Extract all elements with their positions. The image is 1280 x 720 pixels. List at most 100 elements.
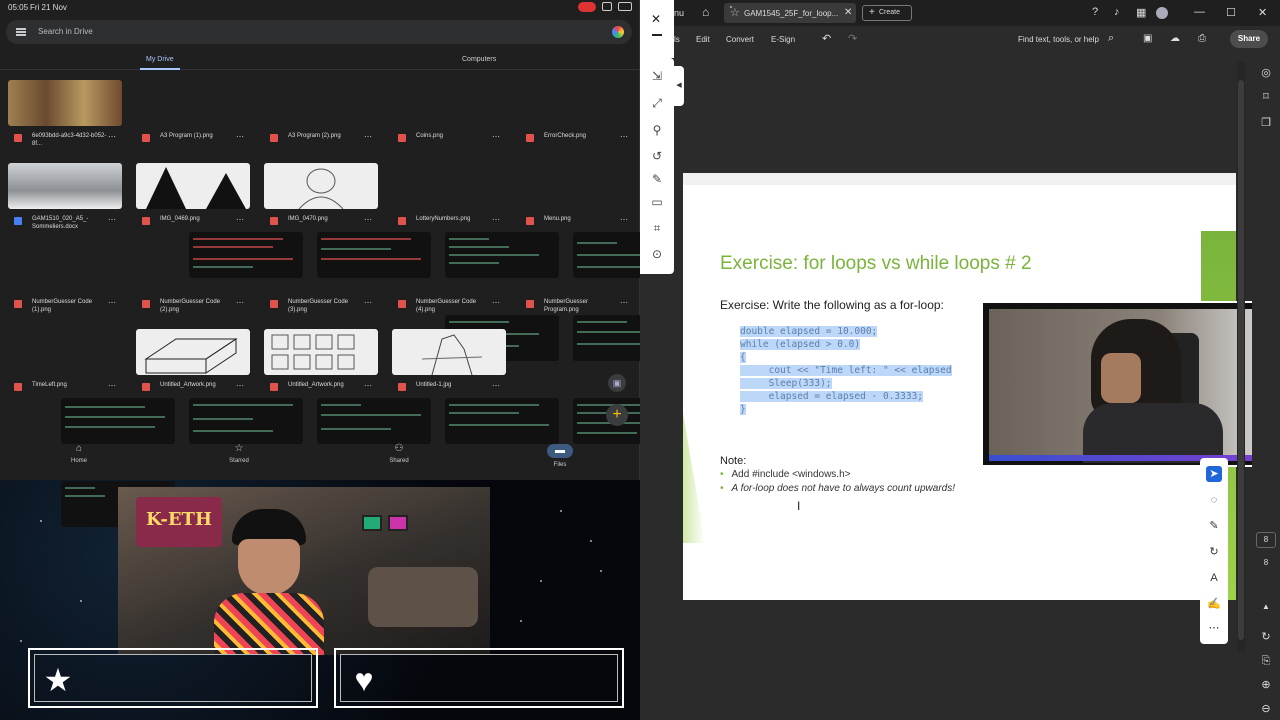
more-options-icon[interactable]: ⋯ [492, 132, 500, 141]
collapse-panel-chevron-icon[interactable]: ◀ [674, 66, 684, 106]
save-icon[interactable]: ▣ [1143, 33, 1152, 44]
fit-page-icon[interactable]: ⇲ [649, 68, 665, 84]
share-button[interactable]: Share [1230, 30, 1268, 48]
rotate-icon[interactable]: ↺ [649, 148, 665, 164]
file-card[interactable]: A3 Program (1).png ⋯ [132, 80, 303, 278]
tab-my-drive[interactable]: My Drive [146, 56, 174, 63]
more-options-icon[interactable]: ⋯ [108, 132, 116, 141]
search-icon[interactable]: ⌕ [1108, 32, 1114, 45]
print-icon[interactable]: ⎙ [1198, 33, 1206, 44]
file-card[interactable]: IMG_0470.png ⋯ [260, 163, 378, 239]
more-options-icon[interactable]: ⋯ [364, 298, 372, 307]
more-options-icon[interactable]: ⋯ [364, 132, 372, 141]
profile-avatar[interactable] [1156, 7, 1168, 19]
scan-icon[interactable]: ▣ [608, 374, 626, 392]
menu-esign[interactable]: E-Sign [771, 35, 795, 44]
file-card[interactable]: Menu.png ⋯ [516, 163, 687, 361]
more-options-icon[interactable]: ⋯ [236, 215, 244, 224]
more-options-icon[interactable]: ⋯ [108, 381, 116, 390]
menu-convert[interactable]: Convert [726, 35, 754, 44]
more-tools-icon[interactable]: ⋯ [1206, 620, 1222, 636]
select-cursor-icon[interactable]: ➤ [1206, 466, 1222, 482]
page-up-icon[interactable]: ▲ [1259, 600, 1273, 614]
sign-icon[interactable]: ✍ [1206, 596, 1222, 612]
target-icon[interactable]: ⊙ [649, 246, 665, 262]
minimize-icon[interactable] [652, 34, 662, 36]
file-card[interactable]: NumberGuesser Code (1).png ⋯ [4, 246, 175, 444]
fullscreen-icon[interactable]: ⤢ [649, 95, 665, 111]
nav-files[interactable]: ▬ Files [530, 444, 590, 468]
drive-search-bar[interactable]: Search in Drive [6, 20, 632, 44]
file-card[interactable]: Untitled-1.jpg ⋯ [388, 329, 506, 405]
more-options-icon[interactable]: ⋯ [236, 298, 244, 307]
crop-icon[interactable]: ⌗ [649, 220, 665, 236]
more-options-icon[interactable]: ⋯ [364, 381, 372, 390]
maximize-icon[interactable]: ☐ [1226, 6, 1236, 19]
bell-icon[interactable]: ♪ [1114, 6, 1120, 18]
refresh-icon[interactable]: ↻ [1259, 630, 1273, 644]
lasso-icon[interactable]: ↻ [1206, 544, 1222, 560]
file-card[interactable]: Untitled_Artwork.png ⋯ [132, 329, 250, 405]
menu-button[interactable]: nu [674, 8, 684, 18]
find-text-input[interactable]: Find text, tools, or help [1018, 35, 1099, 44]
more-options-icon[interactable]: ⋯ [620, 215, 628, 224]
more-options-icon[interactable]: ⋯ [236, 381, 244, 390]
star-icon[interactable]: ☆ [730, 6, 740, 19]
highlight-pen-icon[interactable]: ✎ [1206, 518, 1222, 534]
current-page-number[interactable]: 8 [1256, 532, 1276, 548]
file-card[interactable]: TimeLeft.png ⋯ [4, 329, 175, 527]
new-file-fab-button[interactable]: + [606, 404, 628, 426]
tab-computers[interactable]: Computers [462, 56, 496, 63]
more-options-icon[interactable]: ⋯ [620, 298, 628, 307]
nav-shared[interactable]: ⚇ Shared [369, 444, 429, 465]
file-card[interactable]: NumberGuesser Code (3).png ⋯ [260, 246, 431, 444]
ai-assistant-icon[interactable]: ◎ [1259, 66, 1273, 80]
close-window-icon[interactable]: ✕ [1258, 6, 1267, 19]
menu-tools[interactable]: ls [674, 35, 680, 44]
apps-grid-icon[interactable]: ▦ [1136, 6, 1146, 19]
file-card[interactable]: ErrorCheck.png ⋯ [516, 80, 687, 278]
close-tab-icon[interactable]: ✕ [844, 7, 852, 18]
nav-home[interactable]: ⌂ Home [49, 444, 109, 465]
pages-icon[interactable]: ❐ [1259, 116, 1273, 130]
create-button[interactable]: Create [862, 5, 912, 21]
vertical-scrollbar[interactable] [1237, 62, 1245, 652]
scrollbar-thumb[interactable] [1238, 80, 1244, 640]
pen-icon[interactable]: ✎ [649, 171, 665, 187]
nav-starred[interactable]: ☆ Starred [209, 444, 269, 465]
file-card[interactable]: LotteryNumbers.png ⋯ [388, 163, 559, 361]
file-card[interactable]: Coins.png ⋯ [388, 80, 559, 278]
minimize-icon[interactable]: — [1194, 6, 1205, 18]
hamburger-menu-icon[interactable] [16, 28, 26, 36]
redo-icon[interactable]: ↷ [848, 32, 857, 45]
comment-icon[interactable]: ◌ [1206, 492, 1222, 508]
file-card[interactable]: NumberGuesser Code (2).png ⋯ [132, 246, 303, 444]
home-icon[interactable]: ⌂ [702, 5, 709, 19]
more-options-icon[interactable]: ⋯ [236, 132, 244, 141]
eraser-icon[interactable]: ▭ [649, 194, 665, 210]
bookmark-icon[interactable]: ⌑ [1259, 90, 1273, 104]
more-options-icon[interactable]: ⋯ [620, 132, 628, 141]
more-options-icon[interactable]: ⋯ [108, 215, 116, 224]
file-card[interactable]: NumberGuesser Program.png ⋯ [516, 246, 687, 444]
more-options-icon[interactable]: ⋯ [108, 298, 116, 307]
file-card[interactable]: IMG_0469.png ⋯ [132, 163, 250, 239]
file-card[interactable]: A3 Program (2).png ⋯ [260, 80, 431, 278]
file-card[interactable]: NumberGuesser Code (4).png ⋯ [388, 246, 559, 444]
pin-icon[interactable]: ⚲ [649, 122, 665, 138]
file-card[interactable]: 6e093bdd-a9c3-4d32-b052-8f... ⋯ [4, 80, 122, 156]
account-avatar[interactable] [610, 24, 626, 40]
more-options-icon[interactable]: ⋯ [492, 215, 500, 224]
more-options-icon[interactable]: ⋯ [492, 298, 500, 307]
more-options-icon[interactable]: ⋯ [364, 215, 372, 224]
save-page-icon[interactable]: ⎘ [1259, 654, 1273, 668]
close-icon[interactable]: ✕ [651, 12, 661, 26]
search-input[interactable]: Search in Drive [38, 27, 93, 36]
menu-edit[interactable]: Edit [696, 35, 710, 44]
file-card[interactable]: Untitled_Artwork.png ⋯ [260, 329, 378, 405]
help-icon[interactable]: ? [1092, 6, 1098, 18]
upload-icon[interactable]: ☁ [1170, 33, 1180, 44]
undo-icon[interactable]: ↶ [822, 32, 831, 45]
text-box-icon[interactable]: A [1206, 570, 1222, 586]
file-card[interactable]: GAM1510_020_A5_-Sommeliers.docx ⋯ [4, 163, 122, 239]
